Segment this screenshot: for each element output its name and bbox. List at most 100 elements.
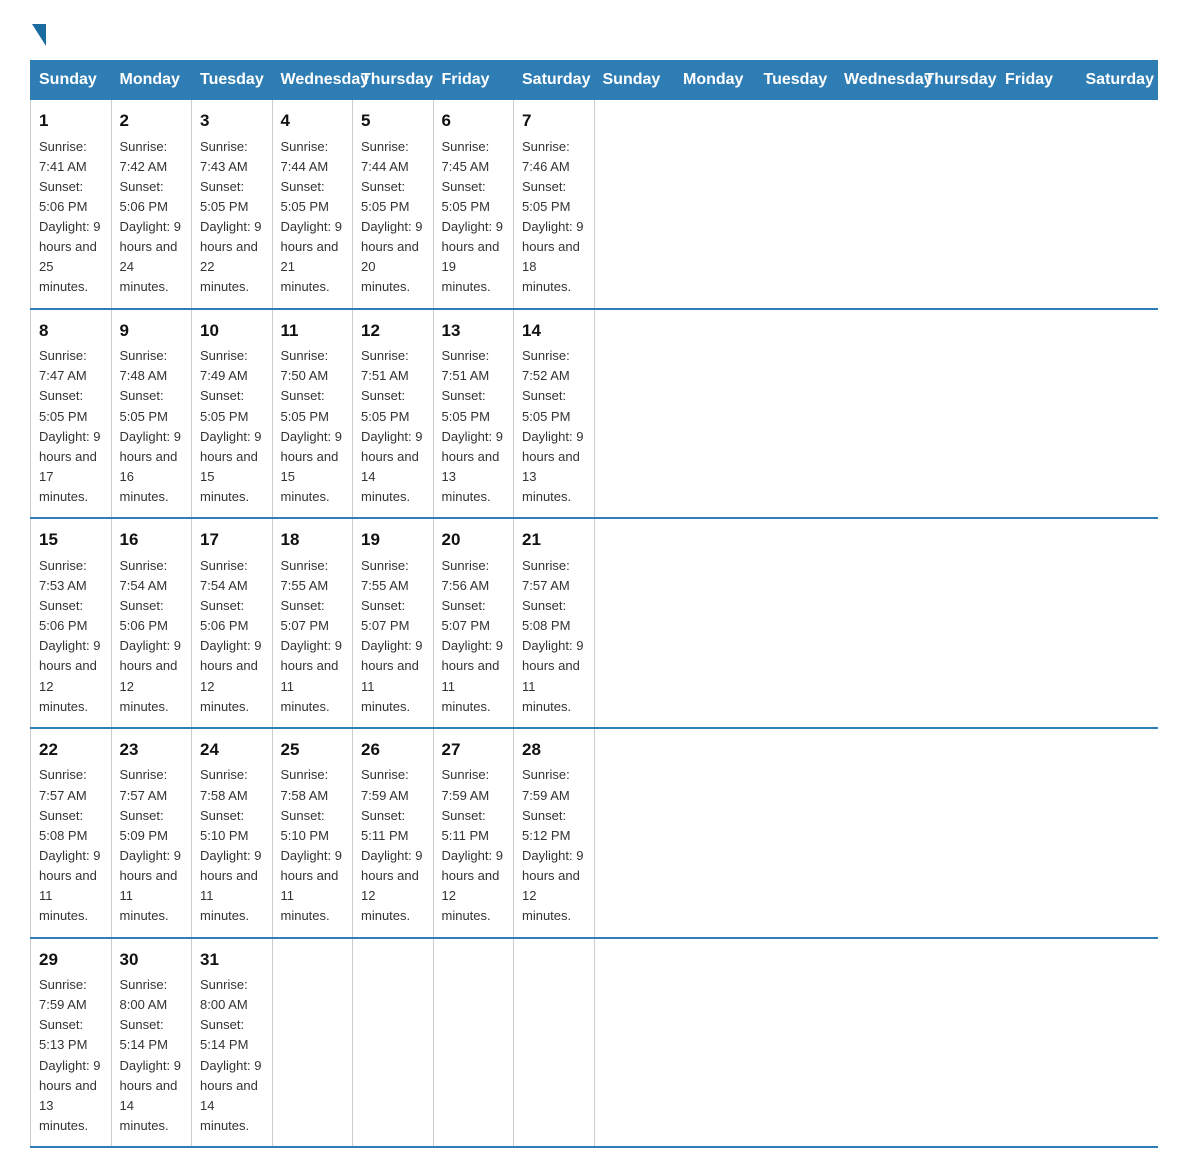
column-header-wednesday: Wednesday [272,61,353,100]
day-number: 17 [200,527,264,553]
calendar-cell: 8 Sunrise: 7:47 AMSunset: 5:05 PMDayligh… [31,309,112,519]
day-number: 13 [442,318,506,344]
day-number: 28 [522,737,586,763]
day-info: Sunrise: 7:50 AMSunset: 5:05 PMDaylight:… [281,346,345,507]
day-number: 21 [522,527,586,553]
calendar-cell: 17 Sunrise: 7:54 AMSunset: 5:06 PMDaylig… [192,518,273,728]
calendar-cell: 23 Sunrise: 7:57 AMSunset: 5:09 PMDaylig… [111,728,192,938]
day-info: Sunrise: 7:44 AMSunset: 5:05 PMDaylight:… [361,137,425,298]
calendar-cell [272,938,353,1148]
day-info: Sunrise: 7:51 AMSunset: 5:05 PMDaylight:… [361,346,425,507]
day-info: Sunrise: 7:54 AMSunset: 5:06 PMDaylight:… [120,556,184,717]
calendar-cell: 18 Sunrise: 7:55 AMSunset: 5:07 PMDaylig… [272,518,353,728]
day-info: Sunrise: 7:57 AMSunset: 5:09 PMDaylight:… [120,765,184,926]
column-header-sunday: Sunday [31,61,112,100]
day-info: Sunrise: 7:43 AMSunset: 5:05 PMDaylight:… [200,137,264,298]
calendar-cell: 4 Sunrise: 7:44 AMSunset: 5:05 PMDayligh… [272,100,353,309]
calendar-cell: 9 Sunrise: 7:48 AMSunset: 5:05 PMDayligh… [111,309,192,519]
column-header-saturday: Saturday [1077,61,1158,100]
day-number: 18 [281,527,345,553]
logo [30,20,46,42]
day-info: Sunrise: 7:57 AMSunset: 5:08 PMDaylight:… [522,556,586,717]
calendar-cell: 30 Sunrise: 8:00 AMSunset: 5:14 PMDaylig… [111,938,192,1148]
day-number: 3 [200,108,264,134]
calendar-cell: 12 Sunrise: 7:51 AMSunset: 5:05 PMDaylig… [353,309,434,519]
day-info: Sunrise: 8:00 AMSunset: 5:14 PMDaylight:… [120,975,184,1136]
day-info: Sunrise: 7:56 AMSunset: 5:07 PMDaylight:… [442,556,506,717]
day-number: 25 [281,737,345,763]
calendar-cell: 6 Sunrise: 7:45 AMSunset: 5:05 PMDayligh… [433,100,514,309]
day-number: 31 [200,947,264,973]
day-number: 6 [442,108,506,134]
calendar-cell [433,938,514,1148]
day-info: Sunrise: 7:51 AMSunset: 5:05 PMDaylight:… [442,346,506,507]
day-number: 14 [522,318,586,344]
day-info: Sunrise: 7:55 AMSunset: 5:07 PMDaylight:… [361,556,425,717]
day-number: 16 [120,527,184,553]
calendar-header-row: SundayMondayTuesdayWednesdayThursdayFrid… [31,61,1158,100]
day-info: Sunrise: 7:42 AMSunset: 5:06 PMDaylight:… [120,137,184,298]
day-number: 29 [39,947,103,973]
day-number: 26 [361,737,425,763]
day-info: Sunrise: 7:54 AMSunset: 5:06 PMDaylight:… [200,556,264,717]
calendar-cell: 31 Sunrise: 8:00 AMSunset: 5:14 PMDaylig… [192,938,273,1148]
day-info: Sunrise: 7:47 AMSunset: 5:05 PMDaylight:… [39,346,103,507]
column-header-tuesday: Tuesday [755,61,836,100]
day-number: 9 [120,318,184,344]
day-number: 4 [281,108,345,134]
day-number: 15 [39,527,103,553]
column-header-saturday: Saturday [514,61,595,100]
day-number: 30 [120,947,184,973]
day-number: 24 [200,737,264,763]
day-info: Sunrise: 7:48 AMSunset: 5:05 PMDaylight:… [120,346,184,507]
calendar-cell: 16 Sunrise: 7:54 AMSunset: 5:06 PMDaylig… [111,518,192,728]
day-info: Sunrise: 7:45 AMSunset: 5:05 PMDaylight:… [442,137,506,298]
calendar-cell: 24 Sunrise: 7:58 AMSunset: 5:10 PMDaylig… [192,728,273,938]
day-number: 20 [442,527,506,553]
calendar-cell: 13 Sunrise: 7:51 AMSunset: 5:05 PMDaylig… [433,309,514,519]
calendar-cell: 1 Sunrise: 7:41 AMSunset: 5:06 PMDayligh… [31,100,112,309]
day-info: Sunrise: 7:49 AMSunset: 5:05 PMDaylight:… [200,346,264,507]
calendar-cell: 19 Sunrise: 7:55 AMSunset: 5:07 PMDaylig… [353,518,434,728]
day-number: 5 [361,108,425,134]
calendar-week-row: 29 Sunrise: 7:59 AMSunset: 5:13 PMDaylig… [31,938,1158,1148]
day-info: Sunrise: 7:58 AMSunset: 5:10 PMDaylight:… [281,765,345,926]
calendar-cell: 28 Sunrise: 7:59 AMSunset: 5:12 PMDaylig… [514,728,595,938]
day-info: Sunrise: 7:57 AMSunset: 5:08 PMDaylight:… [39,765,103,926]
day-number: 7 [522,108,586,134]
calendar-cell: 20 Sunrise: 7:56 AMSunset: 5:07 PMDaylig… [433,518,514,728]
day-number: 2 [120,108,184,134]
column-header-friday: Friday [997,61,1078,100]
page-header [30,20,1158,42]
day-info: Sunrise: 7:55 AMSunset: 5:07 PMDaylight:… [281,556,345,717]
day-number: 11 [281,318,345,344]
calendar-cell: 2 Sunrise: 7:42 AMSunset: 5:06 PMDayligh… [111,100,192,309]
calendar-cell [353,938,434,1148]
calendar-week-row: 8 Sunrise: 7:47 AMSunset: 5:05 PMDayligh… [31,309,1158,519]
column-header-thursday: Thursday [353,61,434,100]
day-info: Sunrise: 8:00 AMSunset: 5:14 PMDaylight:… [200,975,264,1136]
calendar-cell: 7 Sunrise: 7:46 AMSunset: 5:05 PMDayligh… [514,100,595,309]
day-info: Sunrise: 7:41 AMSunset: 5:06 PMDaylight:… [39,137,103,298]
day-info: Sunrise: 7:44 AMSunset: 5:05 PMDaylight:… [281,137,345,298]
calendar-cell: 15 Sunrise: 7:53 AMSunset: 5:06 PMDaylig… [31,518,112,728]
calendar-cell: 21 Sunrise: 7:57 AMSunset: 5:08 PMDaylig… [514,518,595,728]
calendar-cell: 11 Sunrise: 7:50 AMSunset: 5:05 PMDaylig… [272,309,353,519]
day-number: 1 [39,108,103,134]
day-info: Sunrise: 7:52 AMSunset: 5:05 PMDaylight:… [522,346,586,507]
calendar-cell: 5 Sunrise: 7:44 AMSunset: 5:05 PMDayligh… [353,100,434,309]
day-number: 27 [442,737,506,763]
day-info: Sunrise: 7:53 AMSunset: 5:06 PMDaylight:… [39,556,103,717]
day-info: Sunrise: 7:59 AMSunset: 5:13 PMDaylight:… [39,975,103,1136]
calendar-week-row: 15 Sunrise: 7:53 AMSunset: 5:06 PMDaylig… [31,518,1158,728]
calendar-week-row: 22 Sunrise: 7:57 AMSunset: 5:08 PMDaylig… [31,728,1158,938]
column-header-monday: Monday [675,61,756,100]
column-header-wednesday: Wednesday [836,61,917,100]
day-info: Sunrise: 7:59 AMSunset: 5:12 PMDaylight:… [522,765,586,926]
column-header-friday: Friday [433,61,514,100]
calendar-cell: 26 Sunrise: 7:59 AMSunset: 5:11 PMDaylig… [353,728,434,938]
calendar-cell: 14 Sunrise: 7:52 AMSunset: 5:05 PMDaylig… [514,309,595,519]
day-number: 23 [120,737,184,763]
calendar-cell [514,938,595,1148]
day-info: Sunrise: 7:46 AMSunset: 5:05 PMDaylight:… [522,137,586,298]
